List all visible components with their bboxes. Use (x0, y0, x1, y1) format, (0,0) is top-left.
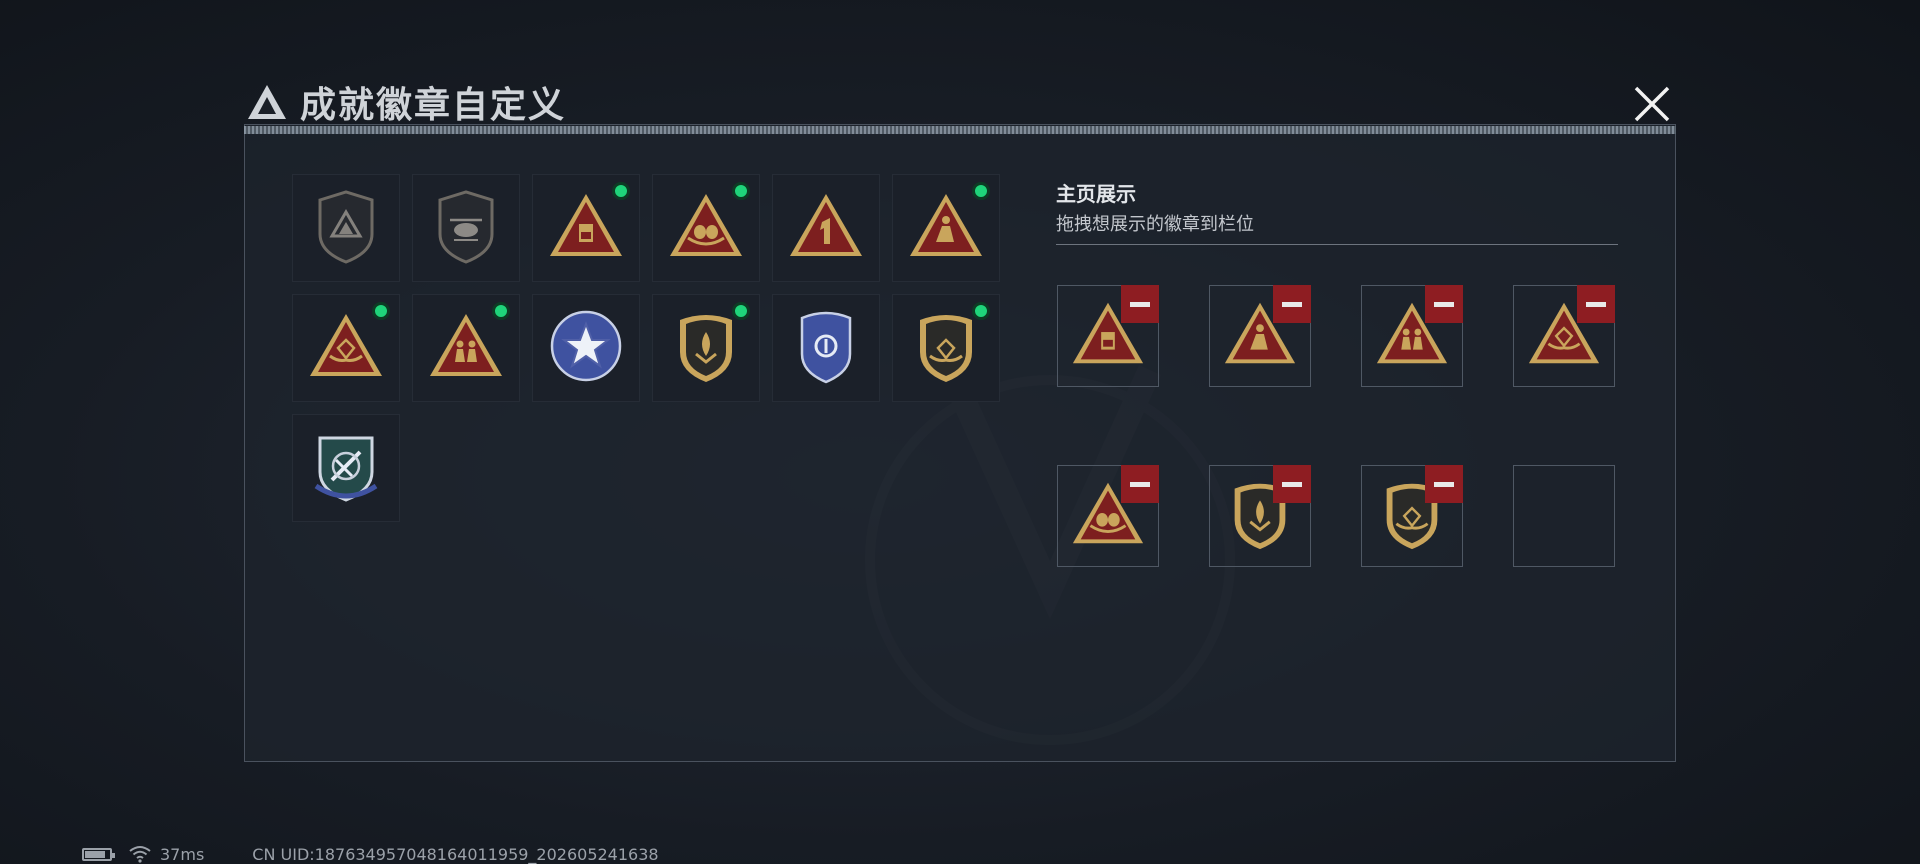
uid-text: CN UID:187634957048164011959_20260524163… (252, 844, 659, 864)
new-indicator-dot (972, 182, 990, 200)
wifi-icon (129, 846, 151, 863)
showcase-title: 主页展示 (1056, 182, 1136, 206)
showcase-slots (1057, 285, 1615, 567)
remove-icon (1130, 481, 1150, 487)
close-icon (1634, 86, 1670, 122)
new-indicator-dot (732, 302, 750, 320)
remove-icon (1282, 301, 1302, 307)
close-button[interactable] (1628, 80, 1676, 128)
badge-cell[interactable] (292, 174, 400, 282)
badge-cell[interactable] (772, 294, 880, 402)
new-indicator-dot (972, 302, 990, 320)
tower-58-triangle-badge-icon (546, 186, 626, 270)
showcase-slot-empty[interactable] (1513, 465, 1615, 567)
showcase-subtitle: 拖拽想展示的徽章到栏位 (1056, 214, 1254, 235)
delta-shield-badge-icon (306, 186, 386, 270)
status-bar: 37ms CN UID:187634957048164011959_202605… (82, 844, 659, 864)
panel-top-border (244, 126, 1676, 134)
dialog-header: 成就徽章自定义 (246, 76, 566, 128)
remove-badge-button[interactable] (1121, 465, 1159, 503)
badge-collection-grid (292, 174, 1000, 522)
remove-badge-button[interactable] (1425, 285, 1463, 323)
showcase-slot[interactable] (1209, 285, 1311, 387)
badge-cell[interactable] (892, 294, 1000, 402)
remove-badge-button[interactable] (1121, 285, 1159, 323)
badge-cell[interactable] (292, 294, 400, 402)
showcase-slot[interactable] (1057, 465, 1159, 567)
showcase-divider (1056, 244, 1618, 245)
badge-cell[interactable] (772, 174, 880, 282)
badge-cell[interactable] (412, 174, 520, 282)
showcase-slot[interactable] (1057, 285, 1159, 387)
showcase-slot[interactable] (1361, 285, 1463, 387)
blue-wing-shield-badge-icon (786, 306, 866, 390)
new-indicator-dot (372, 302, 390, 320)
remove-badge-button[interactable] (1425, 465, 1463, 503)
eggs-nest-triangle-badge-icon (666, 186, 746, 270)
ping-text: 37ms (160, 844, 205, 864)
blue-star-badge-icon (546, 306, 626, 390)
badge-cell[interactable] (892, 174, 1000, 282)
new-indicator-dot (492, 302, 510, 320)
remove-icon (1282, 481, 1302, 487)
new-indicator-dot (732, 182, 750, 200)
remove-badge-button[interactable] (1273, 465, 1311, 503)
blue-sword-crest-badge-icon (306, 426, 386, 510)
badge-cell[interactable] (652, 174, 760, 282)
helicopter-shield-badge-icon (426, 186, 506, 270)
badge-cell[interactable] (292, 414, 400, 522)
remove-icon (1434, 481, 1454, 487)
badge-cell[interactable] (412, 294, 520, 402)
battery-icon (82, 847, 115, 861)
soldiers-triangle-badge-icon (426, 306, 506, 390)
dialog-title: 成就徽章自定义 (300, 85, 567, 126)
new-indicator-dot (612, 182, 630, 200)
badge-cell[interactable] (652, 294, 760, 402)
gem-shield-badge-icon (906, 306, 986, 390)
mermaid-triangle-badge-icon (906, 186, 986, 270)
remove-icon (1130, 301, 1150, 307)
remove-badge-button[interactable] (1273, 285, 1311, 323)
number-one-triangle-badge-icon (786, 186, 866, 270)
showcase-slot[interactable] (1361, 465, 1463, 567)
remove-badge-button[interactable] (1577, 285, 1615, 323)
delta-logo-icon (248, 85, 286, 119)
showcase-slot[interactable] (1513, 285, 1615, 387)
showcase-slot[interactable] (1209, 465, 1311, 567)
badge-cell[interactable] (532, 174, 640, 282)
remove-icon (1434, 301, 1454, 307)
flame-shield-badge-icon (666, 306, 746, 390)
gem-hands-triangle-badge-icon (306, 306, 386, 390)
remove-icon (1586, 301, 1606, 307)
badge-cell[interactable] (532, 294, 640, 402)
